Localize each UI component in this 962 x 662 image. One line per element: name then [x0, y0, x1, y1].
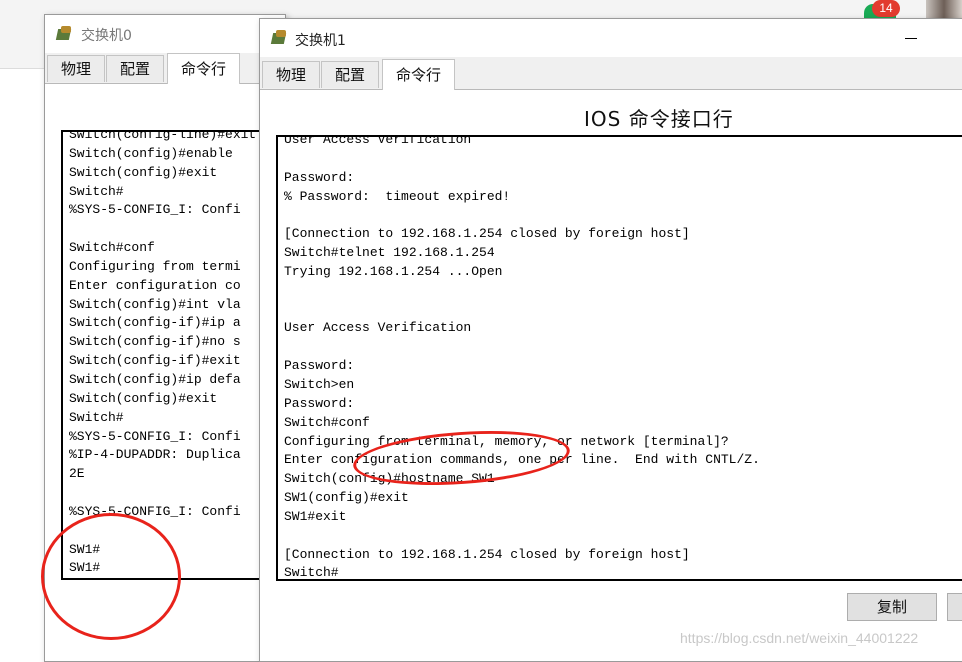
- terminal-line: User Access Verification: [284, 320, 472, 336]
- copy-button[interactable]: 复制: [847, 593, 937, 621]
- terminal-line: 2E: [69, 466, 85, 482]
- terminal-line: %SYS-5-CONFIG_I: Confi: [69, 503, 241, 519]
- terminal-line: Trying 192.168.1.254 ...Open: [284, 263, 503, 279]
- switch0-title: 交换机0: [81, 28, 132, 44]
- terminal-line: Switch#telnet 192.168.1.254: [284, 245, 495, 261]
- terminal-line: %SYS-5-CONFIG_I: Confi: [69, 202, 241, 218]
- switch0-titlebar[interactable]: 交换机0: [45, 15, 285, 53]
- tab-cli[interactable]: 命令行: [167, 53, 241, 84]
- terminal-line: %IP-4-DUPADDR: Duplica: [69, 447, 241, 463]
- terminal-line: Configuring from terminal, memory, or ne…: [284, 433, 729, 449]
- terminal-line: Switch(config)#exit: [69, 390, 218, 406]
- terminal-line: SW1#exit: [284, 508, 347, 524]
- tab-physical[interactable]: 物理: [262, 61, 321, 88]
- minimize-icon[interactable]: [905, 38, 917, 39]
- paste-button[interactable]: [947, 593, 962, 621]
- switch-app-icon: [270, 29, 288, 47]
- switch0-window[interactable]: 交换机0 物理 配置 命令行 Switch(config-line)#exit S…: [44, 14, 301, 662]
- terminal-line: Switch(config-if)#ip a: [69, 315, 241, 331]
- terminal-line: Switch(config-if)#exit: [69, 353, 241, 369]
- switch1-window[interactable]: 交换机1 物理 配置 命令行 IOS 命令接口行 User Access Ver…: [259, 18, 962, 662]
- tab-config[interactable]: 配置: [106, 55, 165, 82]
- switch1-title: 交换机1: [295, 33, 346, 49]
- terminal-line: User Access Verification: [284, 135, 472, 147]
- terminal-line: Switch(config)#int vla: [69, 296, 241, 312]
- terminal-line: Switch(config)#enable: [69, 145, 233, 161]
- watermark: https://blog.csdn.net/weixin_44001222: [680, 630, 919, 646]
- switch1-terminal-text: User Access Verification Password: % Pass…: [284, 135, 760, 581]
- tab-physical[interactable]: 物理: [47, 55, 106, 82]
- terminal-line: Switch(config)#exit: [69, 164, 218, 180]
- terminal-line: Password:: [284, 169, 355, 185]
- terminal-line: Switch#conf: [69, 240, 155, 256]
- terminal-line: Enter configuration co: [69, 277, 241, 293]
- terminal-line: [Connection to 192.168.1.254 closed by f…: [284, 546, 690, 562]
- terminal-line: Password:: [284, 395, 355, 411]
- terminal-line: Enter configuration commands, one per li…: [284, 452, 760, 468]
- terminal-line: % Password: timeout expired!: [284, 188, 511, 204]
- terminal-line: Switch(config)#ip defa: [69, 371, 241, 387]
- tab-cli[interactable]: 命令行: [382, 59, 456, 90]
- switch0-tabs: 物理 配置 命令行: [45, 53, 285, 84]
- terminal-line: %SYS-5-CONFIG_I: Confi: [69, 428, 241, 444]
- terminal-line: SW1#: [69, 541, 101, 557]
- terminal-line: Switch#: [69, 409, 124, 425]
- terminal-line: SW1(config)#exit: [284, 490, 409, 506]
- terminal-line: Switch(config-if)#no s: [69, 334, 241, 350]
- terminal-line: [Connection to 192.168.1.254 closed by f…: [284, 226, 690, 242]
- terminal-line: Switch#conf: [284, 414, 370, 430]
- switch1-terminal[interactable]: User Access Verification Password: % Pass…: [276, 135, 962, 581]
- switch1-cli-panel: IOS 命令接口行 User Access Verification Passw…: [260, 90, 962, 661]
- terminal-line: SW1#: [69, 560, 101, 576]
- terminal-line: Password:: [284, 358, 355, 374]
- terminal-line: Configuring from termi: [69, 258, 241, 274]
- terminal-line: Switch#: [69, 183, 124, 199]
- unread-count: 14: [872, 0, 900, 17]
- terminal-line: Switch#: [284, 565, 339, 581]
- switch-app-icon: [55, 25, 73, 43]
- switch1-titlebar[interactable]: 交换机1: [260, 19, 962, 57]
- switch0-terminal-text: Switch(config-line)#exit Switch(config)#e…: [69, 130, 257, 578]
- terminal-line: Switch(config)#hostname SW1: [284, 471, 495, 487]
- terminal-line: Switch(config-line)#exit: [69, 130, 257, 142]
- page-title: IOS 命令接口行: [584, 107, 734, 131]
- avatar[interactable]: [926, 0, 962, 18]
- tab-config[interactable]: 配置: [321, 61, 380, 88]
- switch1-tabs: 物理 配置 命令行: [260, 59, 962, 90]
- switch0-cli-panel: Switch(config-line)#exit Switch(config)#e…: [45, 84, 301, 661]
- terminal-line: Switch>en: [284, 376, 355, 392]
